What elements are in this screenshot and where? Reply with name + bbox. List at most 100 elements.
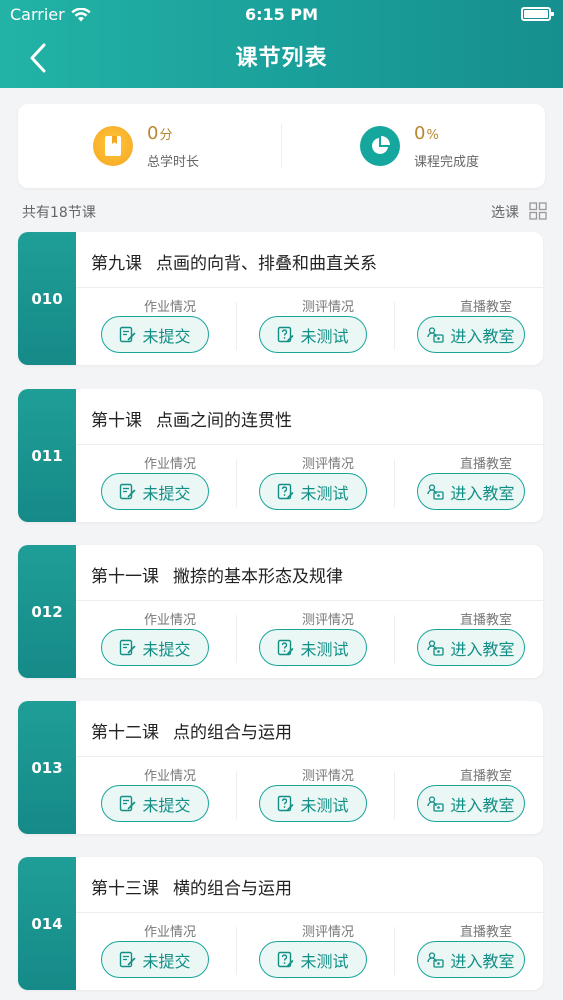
lesson-code: 010: [18, 232, 76, 365]
homework-button[interactable]: 未提交: [101, 629, 209, 666]
summary-divider: [281, 124, 282, 168]
homework-label: 作业情况: [143, 613, 196, 628]
lesson-divider: [76, 444, 543, 445]
homework-label: 作业情况: [143, 300, 196, 315]
homework-edit-icon: [120, 639, 136, 656]
grid-icon[interactable]: [529, 202, 547, 220]
enter-classroom-button[interactable]: 进入教室: [417, 629, 525, 666]
enter-classroom-button[interactable]: 进入教室: [417, 785, 525, 822]
classroom-icon: [427, 640, 445, 656]
test-button[interactable]: 未测试: [259, 629, 367, 666]
enter-classroom-button[interactable]: 进入教室: [417, 473, 525, 510]
completion-value: 0%: [414, 122, 439, 144]
homework-label: 作业情况: [143, 457, 196, 472]
completion-label: 课程完成度: [414, 154, 480, 170]
test-column: 测评情况 未测试: [249, 449, 407, 517]
lesson-title[interactable]: 第十三课 横的组合与运用: [91, 874, 292, 899]
live-column: 直播教室 进入教室: [407, 917, 543, 985]
status-bar: Carrier 6:15 PM: [0, 0, 563, 30]
test-button[interactable]: 未测试: [259, 316, 367, 353]
live-column: 直播教室 进入教室: [407, 761, 543, 829]
lesson-title[interactable]: 第九课 点画的向背、排叠和曲直关系: [91, 249, 377, 274]
study-time-summary: 0分 总学时长: [93, 104, 199, 188]
homework-edit-icon: [120, 795, 136, 812]
classroom-icon: [427, 327, 445, 343]
quiz-icon: [278, 483, 294, 500]
test-column: 测评情况 未测试: [249, 292, 407, 360]
homework-column: 作业情况 未提交: [91, 292, 249, 360]
lesson-divider: [76, 287, 543, 288]
study-time-value: 0分: [147, 122, 173, 144]
test-label: 测评情况: [301, 613, 354, 628]
live-column: 直播教室 进入教室: [407, 292, 543, 360]
live-column: 直播教室 进入教室: [407, 449, 543, 517]
test-label: 测评情况: [301, 457, 354, 472]
classroom-icon: [427, 796, 445, 812]
study-time-badge: [93, 126, 133, 166]
homework-label: 作业情况: [143, 769, 196, 784]
homework-edit-icon: [120, 483, 136, 500]
lesson-code: 013: [18, 701, 76, 834]
live-label: 直播教室: [459, 300, 512, 315]
test-button[interactable]: 未测试: [259, 473, 367, 510]
test-label: 测评情况: [301, 769, 354, 784]
homework-button[interactable]: 未提交: [101, 785, 209, 822]
summary-card: 0分 总学时长 0% 课程完成度: [18, 104, 545, 188]
list-meta: 共有18节课 选课: [22, 200, 547, 222]
live-label: 直播教室: [459, 613, 512, 628]
live-column: 直播教室 进入教室: [407, 605, 543, 673]
homework-edit-icon: [120, 951, 136, 968]
lesson-title[interactable]: 第十一课 撇捺的基本形态及规律: [91, 562, 343, 587]
homework-button[interactable]: 未提交: [101, 316, 209, 353]
nav-header: Carrier 6:15 PM 课节列表: [0, 0, 563, 88]
test-label: 测评情况: [301, 925, 354, 940]
live-label: 直播教室: [459, 457, 512, 472]
lesson-divider: [76, 912, 543, 913]
homework-label: 作业情况: [143, 925, 196, 940]
lesson-card[interactable]: 012 第十一课 撇捺的基本形态及规律 作业情况 未提交 测评情况 未测试 直播…: [18, 545, 543, 678]
completion-badge: [360, 126, 400, 166]
homework-button[interactable]: 未提交: [101, 473, 209, 510]
lesson-title[interactable]: 第十二课 点的组合与运用: [91, 718, 292, 743]
book-icon: [105, 136, 121, 156]
study-time-label: 总学时长: [147, 154, 200, 170]
lesson-code: 014: [18, 857, 76, 990]
lesson-divider: [76, 600, 543, 601]
total-lesson-count: 共有18节课: [22, 205, 96, 221]
homework-column: 作业情况 未提交: [91, 605, 249, 673]
test-column: 测评情况 未测试: [249, 605, 407, 673]
homework-column: 作业情况 未提交: [91, 761, 249, 829]
lesson-code: 011: [18, 389, 76, 522]
enter-classroom-button[interactable]: 进入教室: [417, 316, 525, 353]
page-title: 课节列表: [235, 46, 328, 71]
test-button[interactable]: 未测试: [259, 941, 367, 978]
classroom-icon: [427, 952, 445, 968]
homework-column: 作业情况 未提交: [91, 449, 249, 517]
enter-classroom-button[interactable]: 进入教室: [417, 941, 525, 978]
quiz-icon: [278, 951, 294, 968]
lesson-title[interactable]: 第十课 点画之间的连贯性: [91, 406, 292, 431]
lesson-card[interactable]: 013 第十二课 点的组合与运用 作业情况 未提交 测评情况 未测试 直播教室 …: [18, 701, 543, 834]
select-course-button[interactable]: 选课: [491, 202, 519, 222]
lesson-card[interactable]: 011 第十课 点画之间的连贯性 作业情况 未提交 测评情况 未测试 直播教室 …: [18, 389, 543, 522]
quiz-icon: [278, 639, 294, 656]
lesson-divider: [76, 756, 543, 757]
lesson-card[interactable]: 010 第九课 点画的向背、排叠和曲直关系 作业情况 未提交 测评情况 未测试 …: [18, 232, 543, 365]
live-label: 直播教室: [459, 769, 512, 784]
live-label: 直播教室: [459, 925, 512, 940]
test-column: 测评情况 未测试: [249, 917, 407, 985]
test-column: 测评情况 未测试: [249, 761, 407, 829]
battery-icon: [521, 7, 554, 21]
test-button[interactable]: 未测试: [259, 785, 367, 822]
homework-edit-icon: [120, 326, 136, 343]
quiz-icon: [278, 795, 294, 812]
homework-button[interactable]: 未提交: [101, 941, 209, 978]
lesson-card[interactable]: 014 第十三课 横的组合与运用 作业情况 未提交 测评情况 未测试 直播教室 …: [18, 857, 543, 990]
pie-chart-icon: [372, 136, 390, 154]
test-label: 测评情况: [301, 300, 354, 315]
quiz-icon: [278, 326, 294, 343]
homework-column: 作业情况 未提交: [91, 917, 249, 985]
classroom-icon: [427, 484, 445, 500]
completion-summary: 0% 课程完成度: [360, 104, 479, 188]
status-time: 6:15 PM: [244, 5, 318, 24]
